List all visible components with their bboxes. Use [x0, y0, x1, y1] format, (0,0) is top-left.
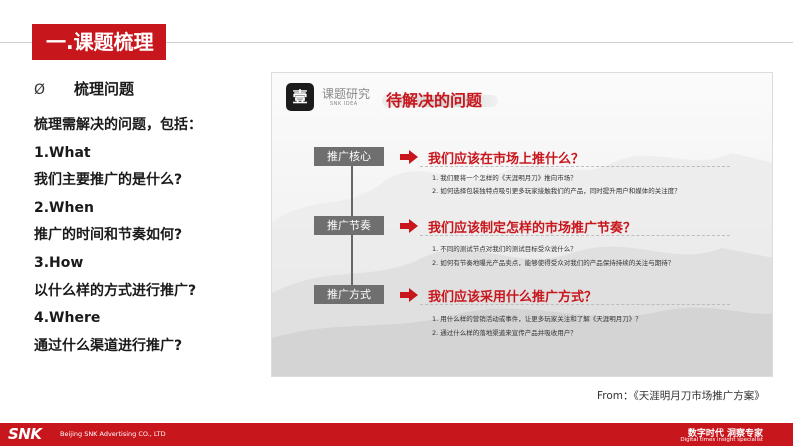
list-item: 推广的时间和节奏如何? — [34, 227, 183, 244]
category-label-core: 推广核心 — [314, 147, 384, 166]
seal-title: 课题研究 — [322, 87, 371, 101]
list-item: 4.Where — [34, 310, 101, 327]
arrow-right-icon — [400, 288, 418, 302]
brand-logo: SNK — [8, 425, 42, 443]
list-item: 通过什么渠道进行推广? — [34, 337, 183, 354]
bullet-marker: Ø — [34, 82, 46, 98]
category-label-method: 推广方式 — [314, 285, 384, 304]
question-heading: 我们应该制定怎样的市场推广节奏？ — [428, 221, 637, 236]
question-detail: 1. 我们要将一个怎样的《天涯明月刀》推向市场？ — [432, 174, 577, 182]
question-detail: 2. 如何有节奏地曝光产品卖点，能够使得受众对我们的产品保持持续的关注与期待？ — [432, 259, 675, 267]
section-subhead: 梳理问题 — [74, 80, 135, 98]
dashed-divider — [420, 235, 730, 236]
page-title: 一.课题梳理 — [32, 24, 166, 60]
question-detail: 1. 用什么样的营销活动或事件，让更多玩家关注和了解《天涯明月刀》？ — [432, 315, 642, 323]
slogan-english: Digital times insight specialist — [680, 437, 763, 443]
dashed-divider — [420, 304, 730, 305]
list-item: 3.How — [34, 254, 84, 271]
question-detail: 2. 通过什么样的落地渠道来宣传产品并吸收用户？ — [432, 329, 577, 337]
list-item: 2.When — [34, 199, 94, 216]
list-item: 1.What — [34, 144, 91, 161]
arrow-right-icon — [400, 219, 418, 233]
list-item: 梳理需解决的问题，包括： — [34, 117, 202, 133]
question-detail: 1. 不同的测试节点对我们的测试目标受众说什么？ — [432, 245, 577, 253]
source-citation: From：《天涯明月刀市场推广方案》 — [597, 390, 765, 402]
company-name: Beijing SNK Advertising CO., LTD — [60, 430, 166, 438]
problem-panel-image: 壹 课题研究 SNK IDEA 待解决的问题 推广核心 我们应该在市场上推什么？… — [271, 72, 773, 377]
category-label-rhythm: 推广节奏 — [314, 216, 384, 235]
list-item: 以什么样的方式进行推广? — [34, 282, 197, 299]
seal-subtitle: SNK IDEA — [330, 101, 358, 107]
panel-title: 待解决的问题 — [386, 91, 483, 110]
question-heading: 我们应该在市场上推什么？ — [428, 152, 585, 167]
list-item: 我们主要推广的是什么? — [34, 172, 183, 189]
question-detail: 2. 如何选择包装独特点吸引更多玩家接触我们的产品，同时提升用户和媒体的关注度？ — [432, 187, 681, 195]
question-list: 梳理需解决的问题，包括： 1.What 我们主要推广的是什么? 2.When 推… — [34, 112, 202, 360]
question-heading: 我们应该采用什么推广方式？ — [428, 290, 598, 305]
dashed-divider — [420, 166, 730, 167]
arrow-right-icon — [400, 150, 418, 164]
seal-icon: 壹 — [286, 83, 314, 111]
footer-bar: SNK Beijing SNK Advertising CO., LTD 数字时… — [0, 423, 793, 446]
